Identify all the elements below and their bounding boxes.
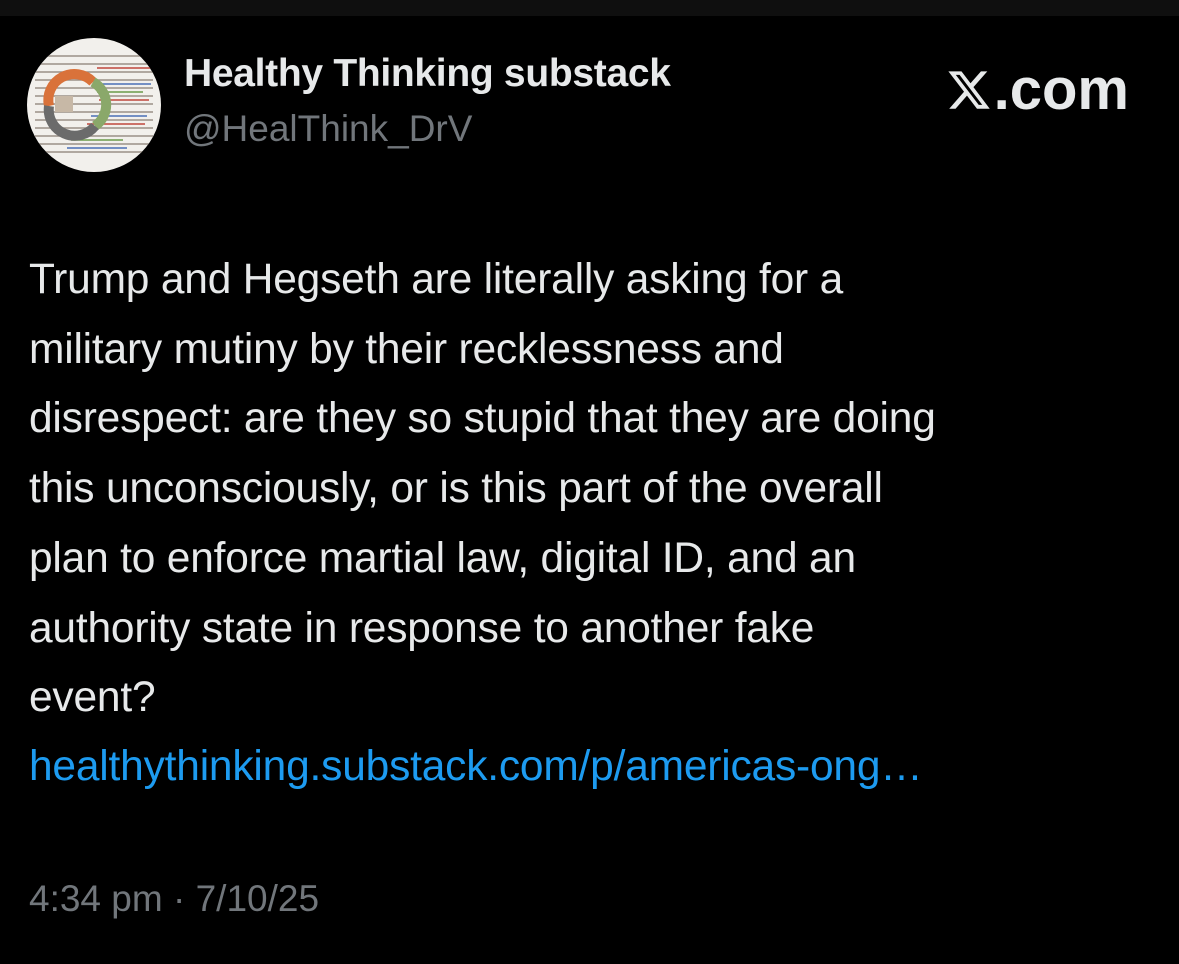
tweet-line: Trump and Hegseth are literally asking f… [29,256,844,303]
meta-separator: · [162,878,196,919]
x-com-watermark: .com [946,56,1129,123]
tweet-date: 7/10/25 [195,878,320,919]
tweet-line: plan to enforce martial law, digital ID,… [29,534,856,582]
tweet-time: 4:34 pm [29,878,163,919]
author-display-name[interactable]: Healthy Thinking substack [184,52,671,96]
tweet-link[interactable]: healthythinking.substack.com/p/americas-… [29,732,923,802]
tweet-line: authority state in response to another f… [29,604,815,652]
tweet-line: military mutiny by their recklessness an… [29,325,784,373]
x-logo-icon [948,70,990,109]
brand-label: .com [993,57,1129,122]
tweet-line: event? [29,674,156,722]
avatar-collage-icon [27,38,161,172]
tweet-line: this unconsciously, or is this part of t… [29,465,883,513]
top-status-strip [0,0,1179,16]
tweet-text: Trump and Hegseth are literally asking f… [29,245,1154,733]
avatar[interactable] [27,38,161,172]
tweet-line: disrespect: are they so stupid that they… [29,395,936,443]
tweet-timestamp[interactable]: 4:34 pm · 7/10/25 [29,878,319,920]
author-handle[interactable]: @HealThink_DrV [184,108,472,150]
